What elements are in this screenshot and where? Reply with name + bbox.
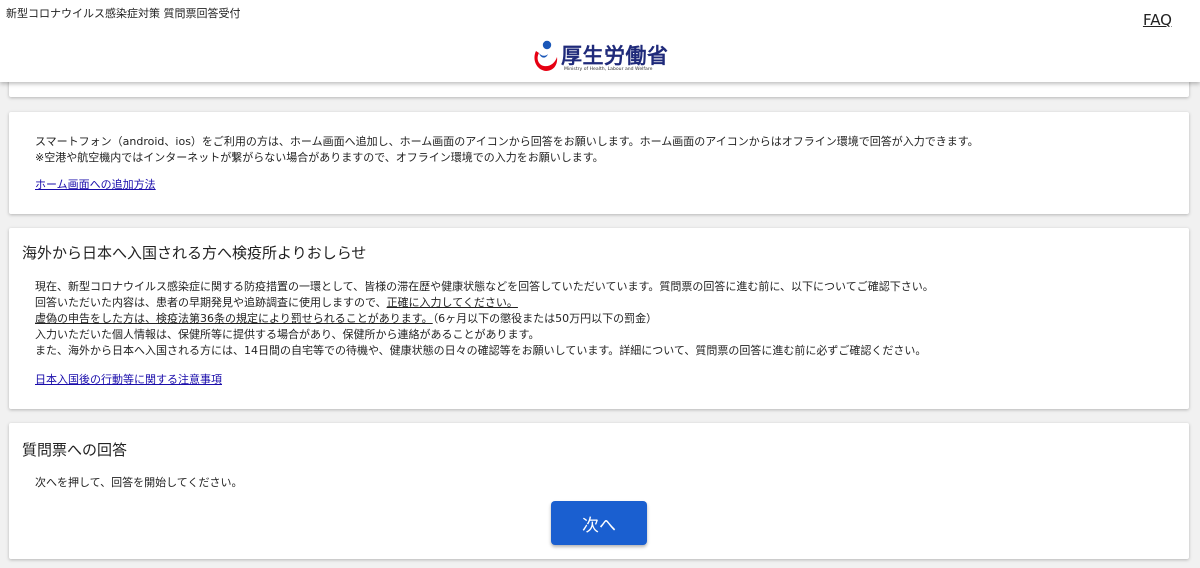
logo-text: 厚生労働省 bbox=[561, 44, 669, 68]
next-button[interactable]: 次へ bbox=[551, 501, 647, 545]
app-header: 新型コロナウイルス感染症対策 質問票回答受付 FAQ 厚生労働省 Ministr… bbox=[0, 0, 1200, 82]
notice-text: 現在、新型コロナウイルス感染症に関する防疫措置の一環として、皆様の滞在歴や健康状… bbox=[35, 280, 934, 293]
notice-text: 入力いただいた個人情報は、保健所等に提供する場合があり、保健所から連絡があること… bbox=[35, 328, 540, 341]
questionnaire-title: 質問票への回答 bbox=[22, 441, 128, 459]
mhlw-emblem-icon bbox=[534, 40, 558, 71]
logo-subtext: Ministry of Health, Labour and Welfare bbox=[564, 67, 653, 72]
notice-text: また、海外から日本へ入国される方には、14日間の自宅等での待機や、健康状態の日々… bbox=[35, 344, 927, 357]
quarantine-notice-card: 海外から日本へ入国される方へ検疫所よりおしらせ 現在、新型コロナウイルス感染症に… bbox=[9, 228, 1189, 409]
questionnaire-card: 質問票への回答 次へを押して、回答を開始してください。 次へ bbox=[9, 423, 1189, 559]
notice-text: 回答いただいた内容は、患者の早期発見や追跡調査に使用しますので、正確に入力してく… bbox=[35, 294, 518, 310]
notice-text: ※空港や航空機内ではインターネットが繋がらない場合がありますので、オフライン環境… bbox=[35, 151, 604, 164]
accuracy-warning: 正確に入力してください。 bbox=[386, 296, 518, 309]
notice-text: 虚偽の申告をした方は、検疫法第36条の規定により罰せられることがあります。（6ヶ… bbox=[35, 310, 657, 326]
smartphone-notice-card: スマートフォン（android、ios）をご利用の方は、ホーム画面へ追加し、ホー… bbox=[9, 112, 1189, 214]
add-to-home-link[interactable]: ホーム画面への追加方法 bbox=[35, 176, 156, 192]
notice-text: 回答いただいた内容は、患者の早期発見や追跡調査に使用しますので、 bbox=[35, 296, 387, 309]
faq-link[interactable]: FAQ bbox=[1143, 11, 1172, 29]
penalty-detail: （6ヶ月以下の懲役または50万円以下の罰金） bbox=[432, 312, 658, 325]
quarantine-notice-title: 海外から日本へ入国される方へ検疫所よりおしらせ bbox=[22, 244, 367, 262]
penalty-warning: 虚偽の申告をした方は、検疫法第36条の規定により罰せられることがあります。 bbox=[35, 312, 433, 325]
post-entry-precautions-link[interactable]: 日本入国後の行動等に関する注意事項 bbox=[35, 371, 222, 387]
questionnaire-instruction: 次へを押して、回答を開始してください。 bbox=[35, 476, 243, 489]
notice-text: スマートフォン（android、ios）をご利用の方は、ホーム画面へ追加し、ホー… bbox=[35, 135, 979, 148]
app-title: 新型コロナウイルス感染症対策 質問票回答受付 bbox=[6, 7, 241, 20]
mhlw-logo: 厚生労働省 Ministry of Health, Labour and Wel… bbox=[530, 39, 670, 79]
